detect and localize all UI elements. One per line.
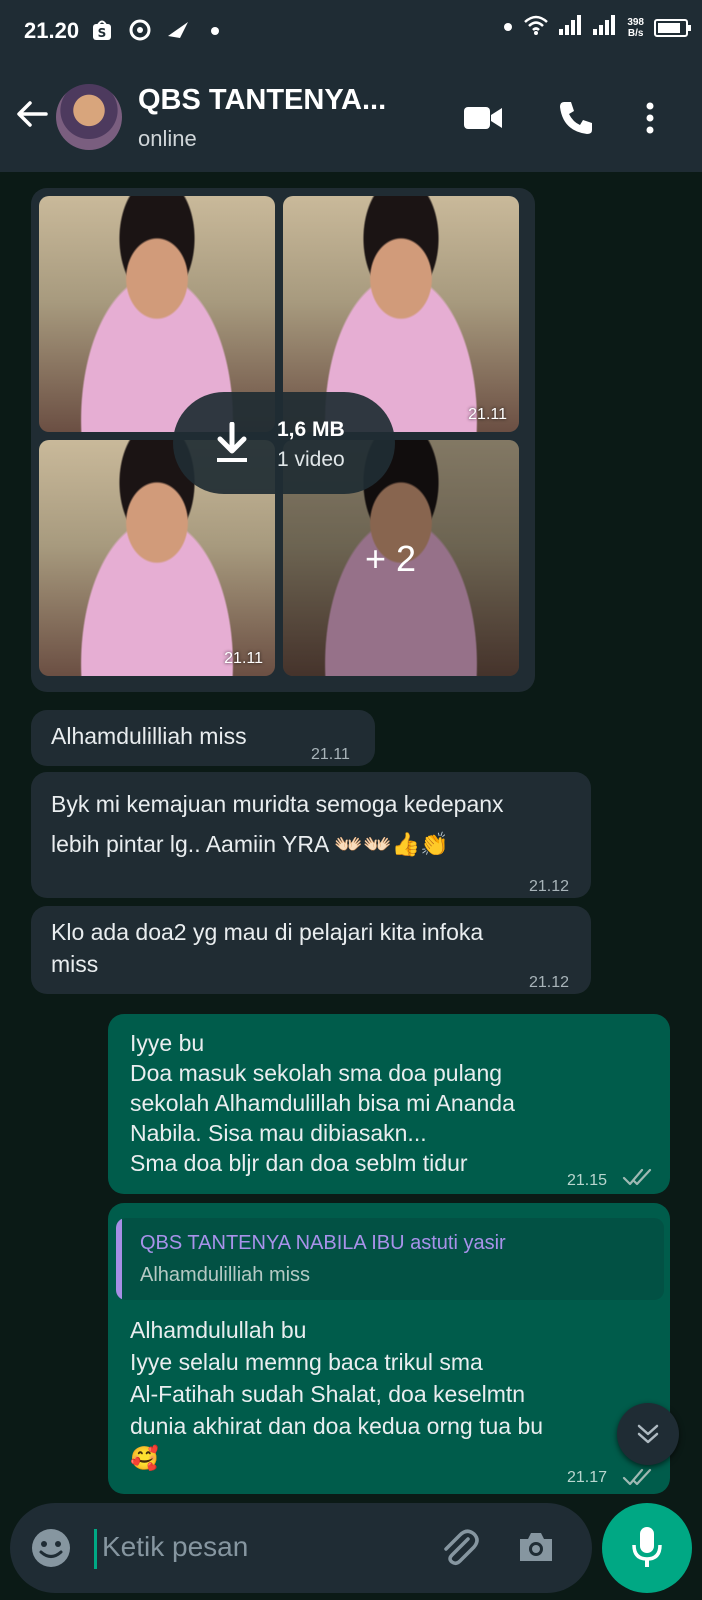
- scroll-to-bottom-button[interactable]: [617, 1403, 679, 1465]
- contact-name[interactable]: QBS TANTENYA...: [138, 84, 386, 117]
- message-line: Sma doa bljr dan doa seblm tidur: [130, 1150, 468, 1176]
- attach-icon[interactable]: [438, 1527, 480, 1574]
- message-incoming[interactable]: Klo ada doa2 yg mau di pelajari kita inf…: [31, 906, 591, 994]
- message-line: lebih pintar lg.. Aamiin YRA 👐🏻👐🏻👍👏: [51, 831, 449, 857]
- back-arrow-icon[interactable]: [14, 96, 50, 132]
- text-cursor: [94, 1529, 97, 1569]
- message-line: 🥰: [130, 1445, 159, 1471]
- svg-text:S: S: [98, 26, 107, 40]
- message-input[interactable]: Ketik pesan: [102, 1531, 248, 1563]
- speed-value: 398: [627, 16, 644, 28]
- more-count: + 2: [365, 538, 417, 579]
- bird-icon: [166, 18, 190, 49]
- app-icon: [128, 18, 152, 49]
- video-call-icon[interactable]: [462, 98, 502, 138]
- quote-sender: QBS TANTENYA NABILA IBU astuti yasir: [140, 1232, 506, 1254]
- message-composer[interactable]: Ketik pesan: [10, 1503, 592, 1593]
- quote-bar: [116, 1218, 122, 1300]
- message-text: Iyye bu Doa masuk sekolah sma doa pulang…: [130, 1028, 515, 1178]
- message-time: 21.11: [224, 650, 263, 667]
- battery-icon: [654, 18, 691, 37]
- avatar[interactable]: [56, 84, 122, 150]
- battery-fill: [658, 22, 681, 33]
- message-text: Byk mi kemajuan muridta semoga kedepanx …: [51, 784, 504, 864]
- download-count: 1 video: [277, 448, 345, 471]
- message-time: 21.11: [468, 406, 507, 423]
- reply-quote[interactable]: QBS TANTENYA NABILA IBU astuti yasir Alh…: [116, 1218, 664, 1300]
- message-line: Doa masuk sekolah sma doa pulang: [130, 1060, 503, 1086]
- message-line: sekolah Alhamdulillah bisa mi Ananda: [130, 1090, 515, 1116]
- message-text: Alhamdulilliah miss: [51, 723, 247, 749]
- dot-icon: [503, 19, 513, 37]
- message-text: Klo ada doa2 yg mau di pelajari kita inf…: [51, 916, 483, 980]
- voice-message-button[interactable]: [602, 1503, 692, 1593]
- phone-call-icon[interactable]: [556, 98, 596, 138]
- double-check-icon: [622, 1164, 654, 1194]
- camera-icon[interactable]: [516, 1527, 556, 1572]
- dot-icon: [210, 18, 220, 49]
- double-check-icon: [622, 1467, 654, 1492]
- status-time: 21.20: [24, 18, 80, 43]
- status-right: 398 B/s: [503, 14, 691, 41]
- message-time: 21.11: [311, 746, 350, 763]
- chat-header: QBS TANTENYA... online: [0, 62, 702, 172]
- shopee-icon: S: [90, 18, 114, 49]
- message-line: Al-Fatihah sudah Shalat, doa keselmtn: [130, 1381, 526, 1407]
- wifi-icon: [523, 14, 549, 41]
- message-time: 21.12: [529, 974, 570, 991]
- emoji-icon[interactable]: [30, 1527, 72, 1574]
- media-album[interactable]: 21.11 21.11 + 2 1,6 MB 1 video: [31, 188, 535, 692]
- message-incoming[interactable]: Alhamdulilliah miss 21.11: [31, 710, 375, 766]
- signal-icon: [593, 15, 617, 40]
- more-options-icon[interactable]: [640, 98, 680, 138]
- message-line: Alhamdulullah bu: [130, 1317, 307, 1343]
- message-line: Iyye bu: [130, 1030, 205, 1056]
- microphone-icon: [631, 1525, 663, 1576]
- message-text: Alhamdulullah bu Iyye selalu memng baca …: [130, 1314, 543, 1474]
- speed-unit: B/s: [627, 27, 644, 39]
- network-speed: 398 B/s: [627, 17, 644, 39]
- download-size: 1,6 MB: [277, 418, 345, 441]
- message-time: 21.12: [529, 878, 570, 895]
- double-chevron-down-icon: [634, 1420, 662, 1453]
- presence-status: online: [138, 126, 197, 151]
- quote-text: Alhamdulilliah miss: [140, 1264, 311, 1286]
- message-line: dunia akhirat dan doa kedua orng tua bu: [130, 1413, 544, 1439]
- message-line: miss: [51, 951, 99, 977]
- message-line: Nabila. Sisa mau dibiasakn...: [130, 1120, 427, 1146]
- message-outgoing[interactable]: Iyye bu Doa masuk sekolah sma doa pulang…: [108, 1014, 670, 1194]
- message-line: Iyye selalu memng baca trikul sma: [130, 1349, 483, 1375]
- message-incoming[interactable]: Byk mi kemajuan muridta semoga kedepanx …: [31, 772, 591, 898]
- message-line: Byk mi kemajuan muridta semoga kedepanx: [51, 791, 504, 817]
- download-button[interactable]: 1,6 MB 1 video: [173, 392, 395, 494]
- signal-icon: [559, 15, 583, 40]
- message-line: Klo ada doa2 yg mau di pelajari kita inf…: [51, 919, 484, 945]
- status-bar: 21.20 S 398 B/s: [0, 0, 702, 62]
- download-icon: [213, 421, 251, 469]
- message-time: 21.17: [567, 1469, 608, 1486]
- message-time: 21.15: [567, 1172, 608, 1189]
